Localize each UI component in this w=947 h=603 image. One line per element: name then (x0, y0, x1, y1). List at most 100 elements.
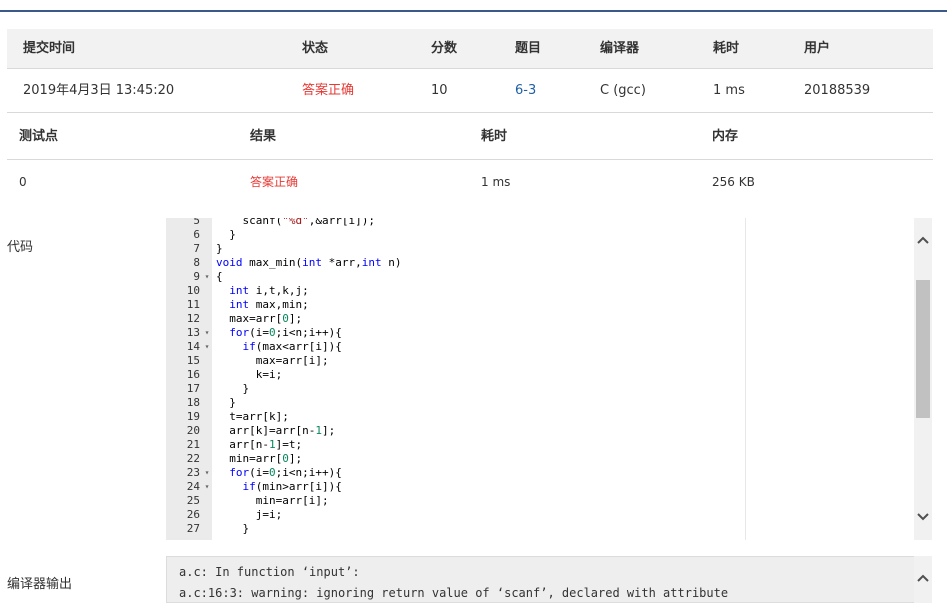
code-text: } (216, 242, 223, 255)
chevron-down-icon[interactable] (914, 508, 932, 526)
line-number: 6 (193, 228, 200, 241)
code-line: 25 min=arr[i]; (166, 494, 926, 508)
header-tc-time: 耗时 (481, 129, 508, 144)
fold-arrow-icon[interactable]: ▾ (202, 326, 212, 340)
code-line: 20 arr[k]=arr[n-1]; (166, 424, 926, 438)
code-text: } (216, 382, 250, 395)
code-line: 14 ▾ if(max<arr[i]){ (166, 340, 926, 354)
code-text: } (216, 228, 236, 241)
code-text: } (216, 522, 250, 535)
code-text: for(i=0;i<n;i++){ (229, 326, 342, 339)
testcase-row: 0 答案正确 1 ms 256 KB (7, 160, 933, 204)
chevron-up-icon[interactable] (914, 569, 932, 587)
line-number: 17 (186, 382, 200, 395)
compiler-output-line: a.c:16:3: warning: ignoring return value… (179, 586, 729, 600)
user-id: 20188539 (804, 83, 871, 98)
submission-table-header: 提交时间 状态 分数 题目 编译器 耗时 用户 (7, 29, 933, 69)
line-number: 24 (186, 480, 200, 493)
header-compiler: 编译器 (600, 41, 640, 56)
testcase-memory: 256 KB (712, 175, 755, 189)
line-number: 19 (186, 410, 200, 423)
code-line: 17 } (166, 382, 926, 396)
code-text: max=arr[i]; (216, 354, 329, 367)
line-number: 12 (186, 312, 200, 325)
code-text: } (216, 396, 236, 409)
code-text: arr[n-1]=t; (216, 438, 303, 451)
line-number: 27 (186, 522, 200, 535)
line-number: 13 (186, 326, 200, 339)
header-testcase: 测试点 (19, 129, 59, 144)
problem-link[interactable]: 6-3 (515, 69, 536, 113)
code-line: 7} (166, 242, 926, 256)
header-score: 分数 (431, 41, 458, 56)
line-number: 23 (186, 466, 200, 479)
code-text: for(i=0;i<n;i++){ (229, 466, 342, 479)
code-line: 11 int max,min; (166, 298, 926, 312)
code-line: 27 } (166, 522, 926, 536)
fold-arrow-icon[interactable]: ▾ (202, 466, 212, 480)
code-line: 13 ▾ for(i=0;i<n;i++){ (166, 326, 926, 340)
code-line: 23 ▾ for(i=0;i<n;i++){ (166, 466, 926, 480)
code-text: k=i; (216, 368, 283, 381)
line-number: 26 (186, 508, 200, 521)
code-scrollbar-thumb[interactable] (916, 280, 930, 418)
line-number: 8 (193, 256, 200, 269)
header-submit-time: 提交时间 (23, 41, 76, 56)
fold-arrow-icon[interactable]: ▾ (202, 340, 212, 354)
line-number: 18 (186, 396, 200, 409)
header-problem: 题目 (515, 41, 542, 56)
code-text: int max,min; (229, 298, 309, 311)
testcase-time: 1 ms (481, 175, 511, 189)
status-badge: 答案正确 (302, 83, 355, 98)
fold-arrow-icon[interactable]: ▾ (202, 270, 212, 284)
line-number: 10 (186, 284, 200, 297)
code-line: 15 max=arr[i]; (166, 354, 926, 368)
header-time: 耗时 (713, 41, 740, 56)
line-number: 9 (193, 270, 200, 283)
line-number: 25 (186, 494, 200, 507)
line-number: 7 (193, 242, 200, 255)
line-number: 15 (186, 354, 200, 367)
chevron-up-icon[interactable] (914, 231, 932, 249)
line-number: 16 (186, 368, 200, 381)
submission-row: 2019年4月3日 13:45:20 答案正确 10 6-3 C (gcc) 1… (7, 69, 933, 113)
code-lines: 5 scanf("%d",&arr[i]); 6 } 7} 8 void max_min… (166, 218, 926, 536)
code-text: min=arr[0]; (216, 452, 303, 465)
code-text: j=i; (216, 508, 283, 521)
code-line: 16 k=i; (166, 368, 926, 382)
score: 10 (431, 83, 448, 98)
code-text: t=arr[k]; (216, 410, 289, 423)
top-divider (0, 10, 947, 12)
code-line: 8 void max_min(int *arr,int n) (166, 256, 926, 270)
compiler-output-label: 编译器输出 (7, 577, 73, 592)
testcase-index: 0 (19, 175, 27, 189)
code-line: 26 j=i; (166, 508, 926, 522)
code-line: 5 scanf("%d",&arr[i]); (166, 218, 926, 228)
compiler-output-line: a.c: In function ‘input’: (179, 565, 360, 579)
compiler: C (gcc) (600, 83, 646, 98)
code-text: arr[k]=arr[n-1]; (216, 424, 336, 437)
code-text: int i,t,k,j; (229, 284, 309, 297)
code-text: if(max<arr[i]){ (242, 340, 342, 353)
testcase-table-header: 测试点 结果 耗时 内存 (7, 114, 933, 160)
line-number: 21 (186, 438, 200, 451)
code-text: max=arr[0]; (216, 312, 303, 325)
submit-time: 2019年4月3日 13:45:20 (23, 83, 175, 98)
testcase-result: 答案正确 (250, 175, 299, 189)
code-line: 12 max=arr[0]; (166, 312, 926, 326)
code-editor[interactable]: 5 scanf("%d",&arr[i]); 6 } 7} 8 void max_min… (166, 218, 932, 540)
fold-arrow-icon[interactable]: ▾ (202, 480, 212, 494)
header-result: 结果 (250, 129, 277, 144)
code-text: if(min>arr[i]){ (242, 480, 342, 493)
code-text: { (216, 270, 223, 283)
code-line: 10 int i,t,k,j; (166, 284, 926, 298)
code-line: 22 min=arr[0]; (166, 452, 926, 466)
code-line: 24 ▾ if(min>arr[i]){ (166, 480, 926, 494)
line-number: 14 (186, 340, 200, 353)
code-text: min=arr[i]; (216, 494, 329, 507)
code-text: void max_min(int *arr,int n) (216, 256, 402, 269)
line-number: 22 (186, 452, 200, 465)
line-number: 5 (193, 218, 200, 227)
code-line: 6 } (166, 228, 926, 242)
compiler-output[interactable]: a.c: In function ‘input’: a.c:16:3: warn… (166, 556, 932, 603)
